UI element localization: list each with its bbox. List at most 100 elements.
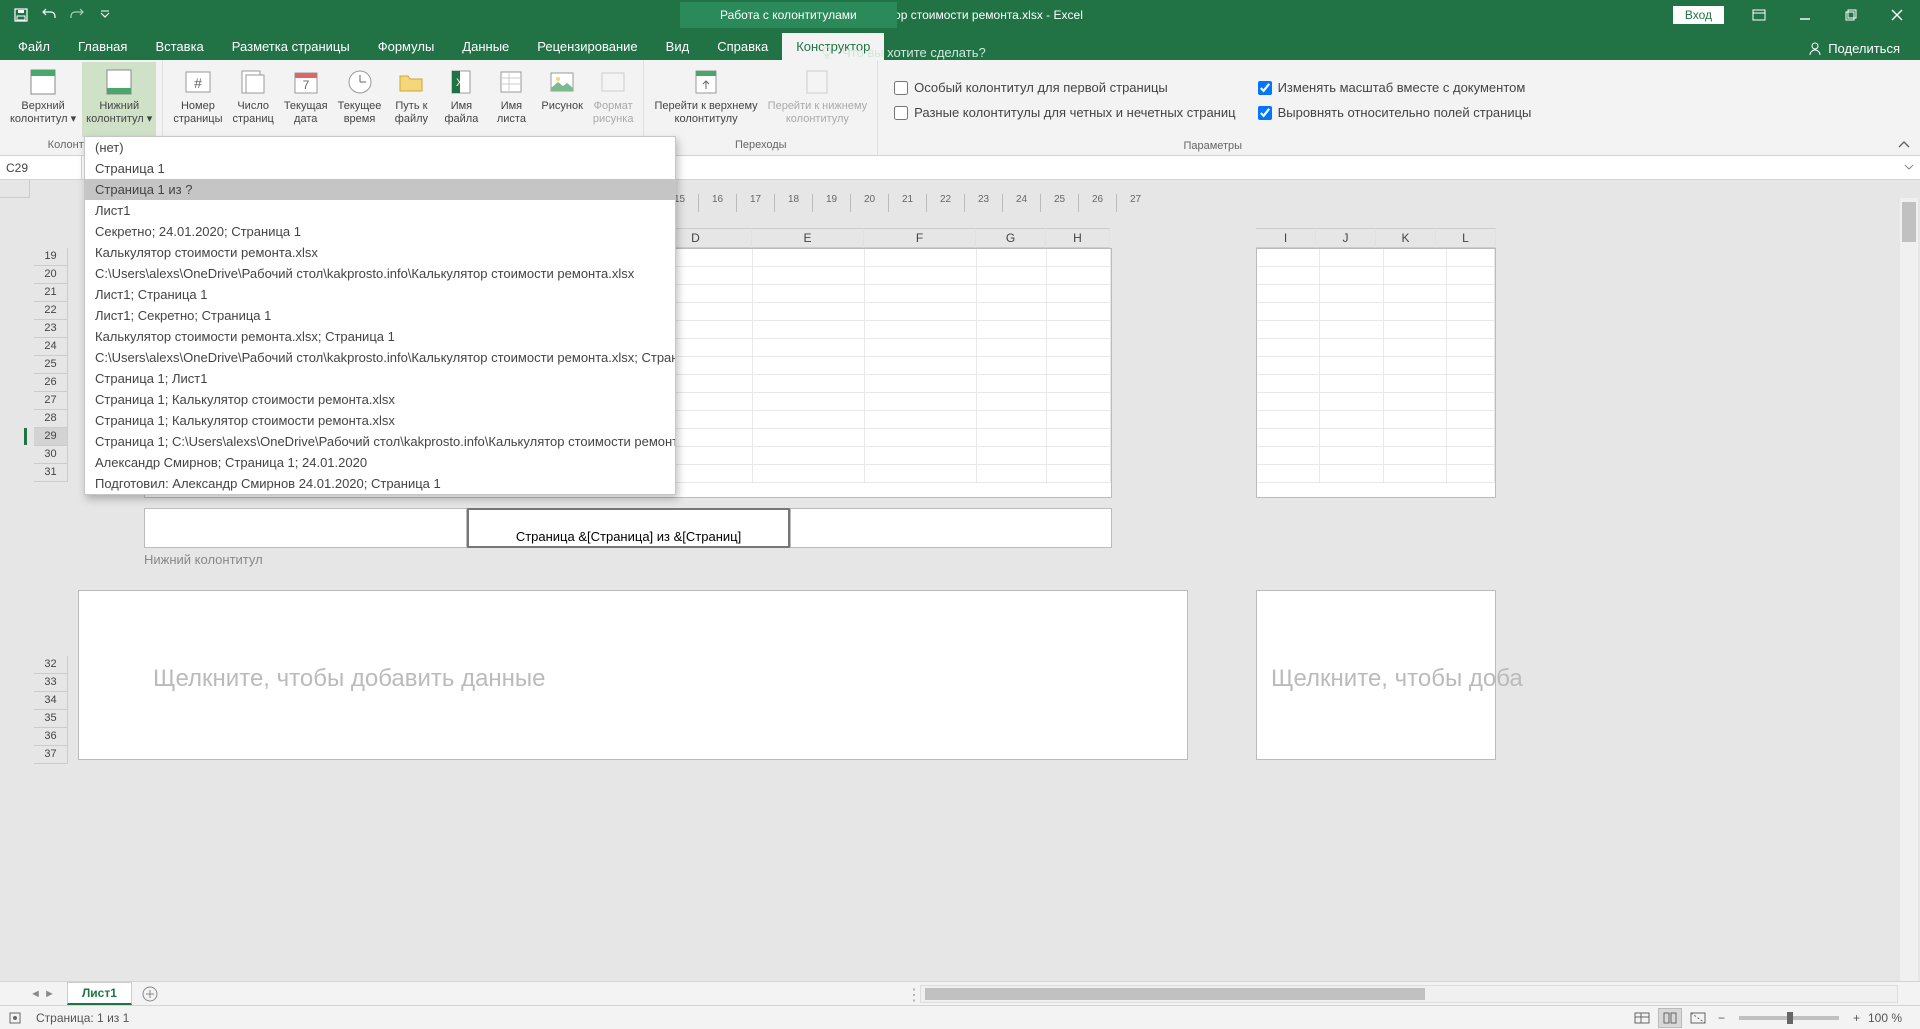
tab-insert[interactable]: Вставка xyxy=(141,33,217,60)
col-header[interactable]: E xyxy=(752,228,864,248)
chk-scale-with-doc[interactable]: Изменять масштаб вместе с документом xyxy=(1258,80,1532,95)
tell-me[interactable]: Что вы хотите сделать? xyxy=(820,45,986,60)
redo-icon[interactable] xyxy=(64,2,90,28)
row-header[interactable]: 30 xyxy=(34,446,68,464)
vscroll-thumb[interactable] xyxy=(1902,202,1916,242)
row-header[interactable]: 32 xyxy=(34,656,68,674)
tab-file[interactable]: Файл xyxy=(4,33,64,60)
goto-header-button[interactable]: Перейти к верхнемуколонтитулу xyxy=(650,62,761,137)
ribbon-display-icon[interactable] xyxy=(1736,0,1782,30)
hscroll-thumb[interactable] xyxy=(925,988,1425,1000)
sheet-tab-1[interactable]: Лист1 xyxy=(67,982,132,1005)
current-date-button[interactable]: 7Текущаядата xyxy=(280,62,332,137)
zoom-slider[interactable] xyxy=(1739,1016,1839,1020)
page-body-right[interactable] xyxy=(1256,248,1496,498)
dropdown-item[interactable]: Калькулятор стоимости ремонта.xlsx xyxy=(85,242,675,263)
tab-data[interactable]: Данные xyxy=(448,33,523,60)
undo-icon[interactable] xyxy=(36,2,62,28)
page-body-2-right[interactable]: Щелкните, чтобы доба xyxy=(1256,590,1496,760)
dropdown-item[interactable]: Страница 1 xyxy=(85,158,675,179)
dropdown-item[interactable]: C:\Users\alexs\OneDrive\Рабочий стол\kak… xyxy=(85,347,675,368)
footer-right-segment[interactable] xyxy=(790,508,1112,548)
tab-view[interactable]: Вид xyxy=(652,33,704,60)
tab-review[interactable]: Рецензирование xyxy=(523,33,651,60)
sheet-nav[interactable]: ◄ ► xyxy=(30,988,55,1000)
save-icon[interactable] xyxy=(8,2,34,28)
chk-different-first[interactable]: Особый колонтитул для первой страницы xyxy=(894,80,1235,95)
page-count-button[interactable]: Числостраниц xyxy=(229,62,278,137)
col-header[interactable]: G xyxy=(976,228,1046,248)
zoom-out-icon[interactable]: − xyxy=(1714,1011,1729,1025)
row-header[interactable]: 25 xyxy=(34,356,68,374)
footer-left-segment[interactable] xyxy=(144,508,467,548)
file-path-button[interactable]: Путь кфайлу xyxy=(387,62,435,137)
dropdown-item[interactable]: Страница 1; Калькулятор стоимости ремонт… xyxy=(85,410,675,431)
row-header[interactable]: 21 xyxy=(34,284,68,302)
normal-view-icon[interactable] xyxy=(1630,1008,1654,1028)
row-header[interactable]: 20 xyxy=(34,266,68,284)
page-number-button[interactable]: #Номерстраницы xyxy=(169,62,226,137)
add-sheet-button[interactable] xyxy=(138,982,162,1006)
expand-formula-icon[interactable] xyxy=(1900,158,1918,176)
dropdown-item[interactable]: Калькулятор стоимости ремонта.xlsx; Стра… xyxy=(85,326,675,347)
row-header[interactable]: 19 xyxy=(34,248,68,266)
name-box[interactable]: C29 xyxy=(0,156,82,179)
dropdown-item[interactable]: Лист1; Секретно; Страница 1 xyxy=(85,305,675,326)
zoom-level[interactable]: 100 % xyxy=(1868,1011,1912,1025)
footer-button[interactable]: Нижнийколонтитул ▾ xyxy=(82,62,156,137)
file-name-button[interactable]: XИмяфайла xyxy=(437,62,485,137)
row-header[interactable]: 28 xyxy=(34,410,68,428)
dropdown-item[interactable]: Секретно; 24.01.2020; Страница 1 xyxy=(85,221,675,242)
row-header[interactable]: 29 xyxy=(34,428,68,446)
current-time-button[interactable]: Текущеевремя xyxy=(334,62,386,137)
dropdown-item[interactable]: Александр Смирнов; Страница 1; 24.01.202… xyxy=(85,452,675,473)
dropdown-item[interactable]: Страница 1 из ? xyxy=(85,179,675,200)
chk-align-margins[interactable]: Выровнять относительно полей страницы xyxy=(1258,105,1532,120)
row-header[interactable]: 37 xyxy=(34,746,68,764)
login-button[interactable]: Вход xyxy=(1673,6,1724,24)
vertical-scrollbar[interactable] xyxy=(1900,198,1918,981)
row-header[interactable]: 22 xyxy=(34,302,68,320)
zoom-in-icon[interactable]: + xyxy=(1849,1011,1864,1025)
collapse-ribbon-icon[interactable] xyxy=(1894,137,1914,153)
row-header[interactable]: 33 xyxy=(34,674,68,692)
dropdown-item[interactable]: Страница 1; Лист1 xyxy=(85,368,675,389)
macro-record-icon[interactable] xyxy=(8,1011,22,1025)
dropdown-item[interactable]: C:\Users\alexs\OneDrive\Рабочий стол\kak… xyxy=(85,263,675,284)
dropdown-item[interactable]: Страница 1; C:\Users\alexs\OneDrive\Рабо… xyxy=(85,431,675,452)
row-header[interactable]: 23 xyxy=(34,320,68,338)
tab-help[interactable]: Справка xyxy=(703,33,782,60)
zoom-handle[interactable] xyxy=(1787,1012,1793,1024)
page-layout-view-icon[interactable] xyxy=(1658,1008,1682,1028)
header-button[interactable]: Верхнийколонтитул ▾ xyxy=(6,62,80,137)
dropdown-item[interactable]: Лист1 xyxy=(85,200,675,221)
tab-home[interactable]: Главная xyxy=(64,33,141,60)
col-header[interactable]: L xyxy=(1436,228,1496,248)
select-all-corner[interactable] xyxy=(0,180,30,198)
tab-page-layout[interactable]: Разметка страницы xyxy=(218,33,364,60)
picture-button[interactable]: Рисунок xyxy=(537,62,587,137)
maximize-icon[interactable] xyxy=(1828,0,1874,30)
col-header[interactable]: J xyxy=(1316,228,1376,248)
row-header[interactable]: 34 xyxy=(34,692,68,710)
row-header[interactable]: 27 xyxy=(34,392,68,410)
sheet-name-button[interactable]: Имялиста xyxy=(487,62,535,137)
page-body-2[interactable]: Щелкните, чтобы добавить данные xyxy=(78,590,1188,760)
share-button[interactable]: Поделиться xyxy=(1800,37,1908,60)
dropdown-item[interactable]: (нет) xyxy=(85,137,675,158)
page-break-view-icon[interactable] xyxy=(1686,1008,1710,1028)
qat-customize-icon[interactable] xyxy=(92,2,118,28)
row-header[interactable]: 26 xyxy=(34,374,68,392)
row-header[interactable]: 24 xyxy=(34,338,68,356)
row-header[interactable]: 36 xyxy=(34,728,68,746)
col-header[interactable]: K xyxy=(1376,228,1436,248)
chk-different-odd-even[interactable]: Разные колонтитулы для четных и нечетных… xyxy=(894,105,1235,120)
minimize-icon[interactable] xyxy=(1782,0,1828,30)
footer-center-segment[interactable]: Страница &[Страница] из &[Страниц] xyxy=(467,508,790,548)
col-header[interactable]: I xyxy=(1256,228,1316,248)
tab-formulas[interactable]: Формулы xyxy=(364,33,449,60)
dropdown-item[interactable]: Подготовил: Александр Смирнов 24.01.2020… xyxy=(85,473,675,494)
dropdown-item[interactable]: Страница 1; Калькулятор стоимости ремонт… xyxy=(85,389,675,410)
row-header[interactable]: 31 xyxy=(34,464,68,482)
col-header[interactable]: F xyxy=(864,228,976,248)
